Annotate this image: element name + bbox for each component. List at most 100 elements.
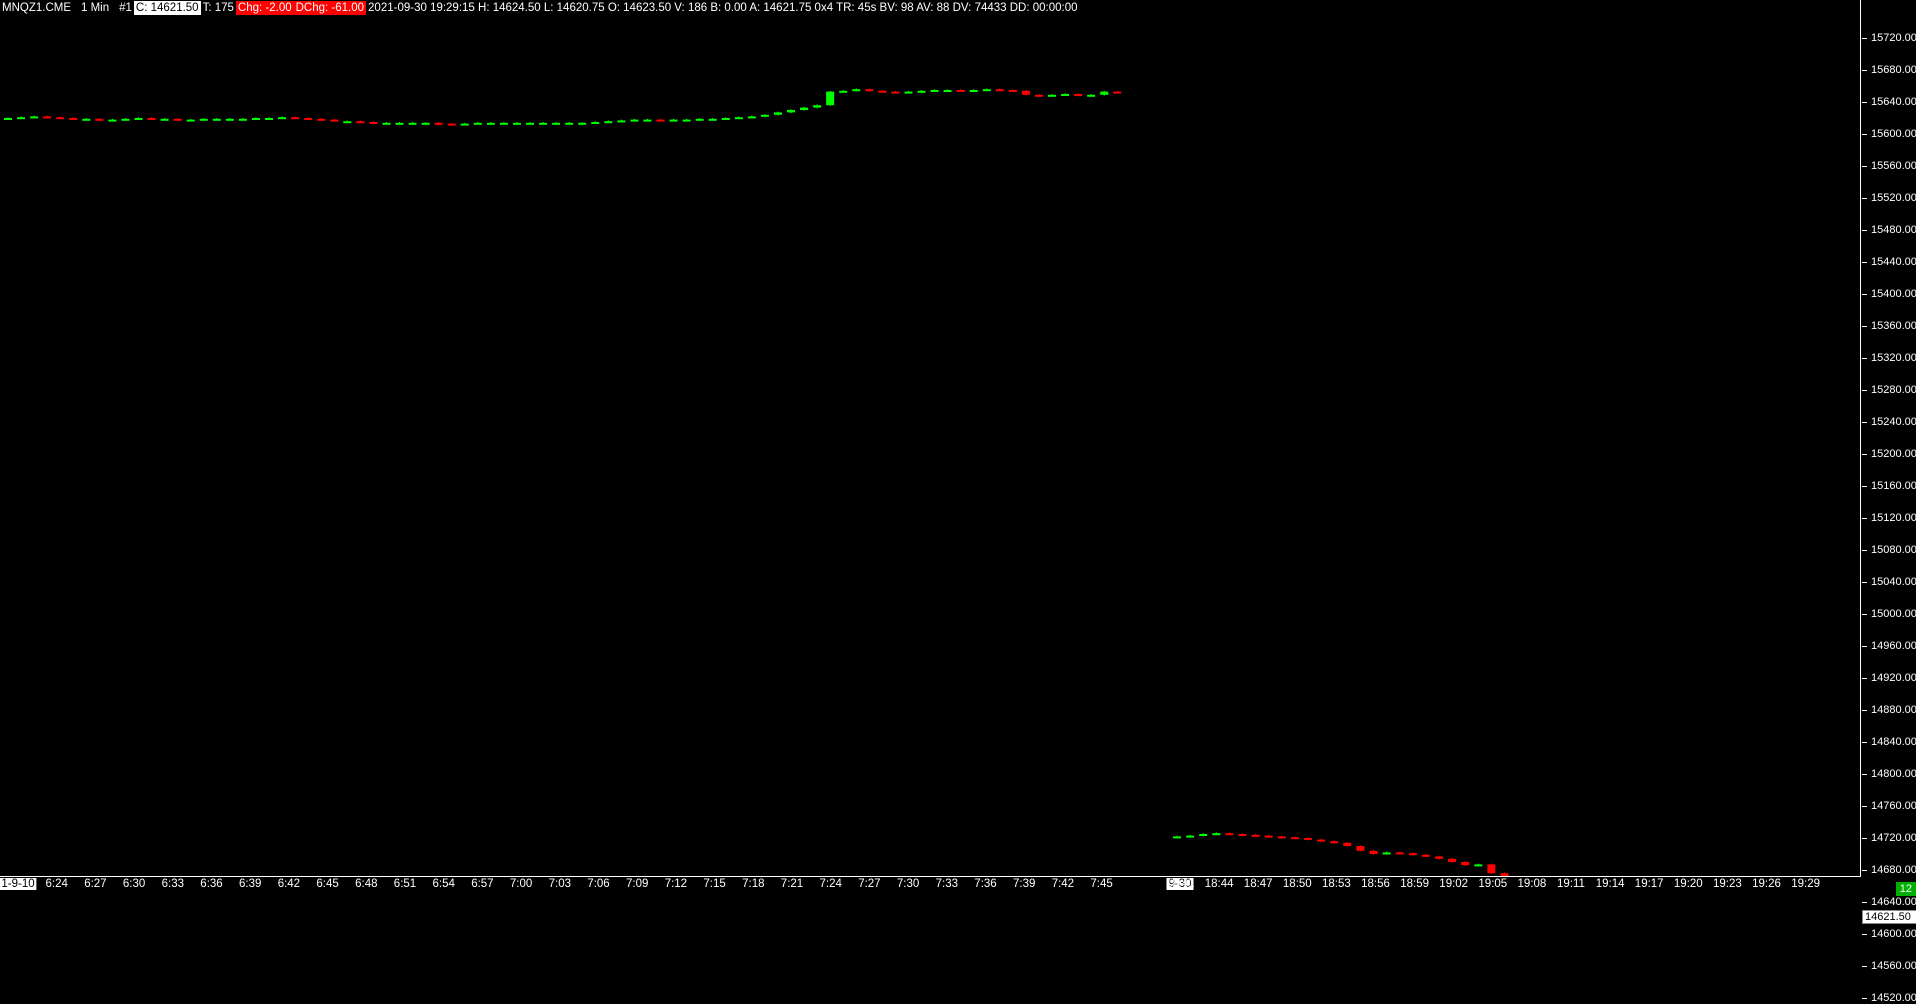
daily-change-label: DChg: -61.00 <box>293 1 367 15</box>
x-axis-line <box>0 876 1861 877</box>
x-tick-label: 19:05 <box>1478 878 1508 890</box>
candle-body <box>1087 94 1096 97</box>
candle-body <box>787 110 795 113</box>
candle-body <box>238 118 247 121</box>
symbol-label[interactable]: MNQZ1.CME <box>0 1 73 15</box>
candle-body <box>147 118 156 120</box>
y-tick-label: 14800.00 <box>1862 768 1916 780</box>
candle-body <box>526 122 534 125</box>
y-tick-label: 15600.00 <box>1862 128 1916 140</box>
stats-label: 2021-09-30 19:29:15 H: 14624.50 L: 14620… <box>368 2 1078 14</box>
x-tick-label: 6:42 <box>277 878 301 890</box>
candle-body <box>878 90 887 93</box>
candle-body <box>1100 91 1109 95</box>
candle-body <box>656 119 665 122</box>
x-tick-label: 7:24 <box>819 878 842 890</box>
candle-body <box>734 117 743 120</box>
ticks-label: T: 175 <box>202 2 234 14</box>
candle-body <box>565 122 574 125</box>
y-tick-label: 15120.00 <box>1862 512 1916 524</box>
candle-body <box>578 122 587 125</box>
x-tick-label: 18:41 <box>1165 878 1195 890</box>
x-tick-label: 1-9-10 <box>0 878 37 890</box>
x-tick-label: 19:26 <box>1752 878 1781 890</box>
series-session-2 <box>1173 832 1509 876</box>
y-tick-label: 14640.00 <box>1862 896 1916 908</box>
candle-body <box>669 119 678 122</box>
x-tick-label: 7:45 <box>1090 878 1113 890</box>
x-tick-label: 6:51 <box>393 878 417 890</box>
candle-body <box>1048 94 1056 97</box>
x-tick-label: 7:09 <box>625 878 649 890</box>
y-tick-label: 14520.00 <box>1862 992 1916 1004</box>
candle-body <box>969 90 978 92</box>
candle-body <box>82 118 91 121</box>
x-tick-label: 7:15 <box>703 878 726 890</box>
x-tick-label: 19:08 <box>1517 878 1547 890</box>
x-tick-label: 6:27 <box>84 878 107 890</box>
candle-body <box>1264 835 1273 838</box>
y-tick-label: 14880.00 <box>1862 704 1916 716</box>
candle-body <box>1186 835 1195 838</box>
candle-body <box>304 118 313 120</box>
x-tick-label: 7:36 <box>974 878 997 890</box>
candle-body <box>773 112 782 115</box>
candle-body <box>695 118 704 121</box>
series-session-1 <box>4 88 1122 126</box>
y-tick-label: 15240.00 <box>1862 416 1916 428</box>
y-tick-label: 14840.00 <box>1862 736 1916 748</box>
y-tick-label: 14760.00 <box>1862 800 1916 812</box>
candle-body <box>1408 853 1417 856</box>
x-tick-label: 6:39 <box>238 878 262 890</box>
candle-body <box>382 122 391 125</box>
y-tick-label: 14600.00 <box>1862 928 1916 940</box>
candle-body <box>512 122 521 125</box>
candle-body <box>956 90 965 92</box>
candle-body <box>643 119 652 122</box>
y-tick-label: 15040.00 <box>1862 576 1916 588</box>
candle-body <box>1369 850 1378 854</box>
candle-body <box>251 118 260 120</box>
candle-body <box>1290 837 1299 840</box>
candle-body <box>421 122 430 125</box>
candle-body <box>1173 836 1181 839</box>
candle-body <box>30 116 39 119</box>
x-tick-label: 7:06 <box>587 878 610 890</box>
candle-body <box>982 89 991 92</box>
x-tick-label: 7:00 <box>509 878 533 890</box>
x-tick-label: 7:18 <box>742 878 765 890</box>
candle-body <box>1317 839 1326 842</box>
candle-body <box>708 118 717 121</box>
candle-body <box>604 121 613 124</box>
y-tick-label: 15200.00 <box>1862 448 1916 460</box>
candle-body <box>212 118 221 121</box>
candle-body <box>4 118 12 120</box>
x-tick-label: 7:33 <box>935 878 958 890</box>
y-tick-label: 15160.00 <box>1862 480 1916 492</box>
candle-body <box>56 117 65 120</box>
candle-body <box>1382 852 1391 855</box>
candle-body <box>95 118 104 121</box>
candle-body <box>225 118 234 121</box>
candle-body <box>369 122 378 124</box>
x-tick-label: 6:45 <box>316 878 339 890</box>
candle-body <box>1061 94 1070 96</box>
y-tick-label: 14560.00 <box>1862 960 1916 972</box>
candle-body <box>1343 842 1352 846</box>
candle-body <box>721 118 730 120</box>
candle-body <box>330 119 339 122</box>
candle-body <box>800 107 809 110</box>
candle-body <box>395 122 404 125</box>
x-tick-label: 19:29 <box>1791 878 1820 890</box>
corner-badge: 12 <box>1895 882 1916 896</box>
candle-body <box>852 89 861 92</box>
change-label: Chg: -2.00 <box>235 1 294 15</box>
x-tick-label: 7:21 <box>780 878 804 890</box>
interval-label[interactable]: 1 Min <box>79 1 111 15</box>
candle-body <box>760 114 769 117</box>
candle-body <box>1074 94 1083 96</box>
candle-body <box>160 118 169 121</box>
candlestick-chart[interactable] <box>0 0 1860 876</box>
candle-body <box>460 123 469 126</box>
y-tick-label: 15520.00 <box>1862 192 1916 204</box>
